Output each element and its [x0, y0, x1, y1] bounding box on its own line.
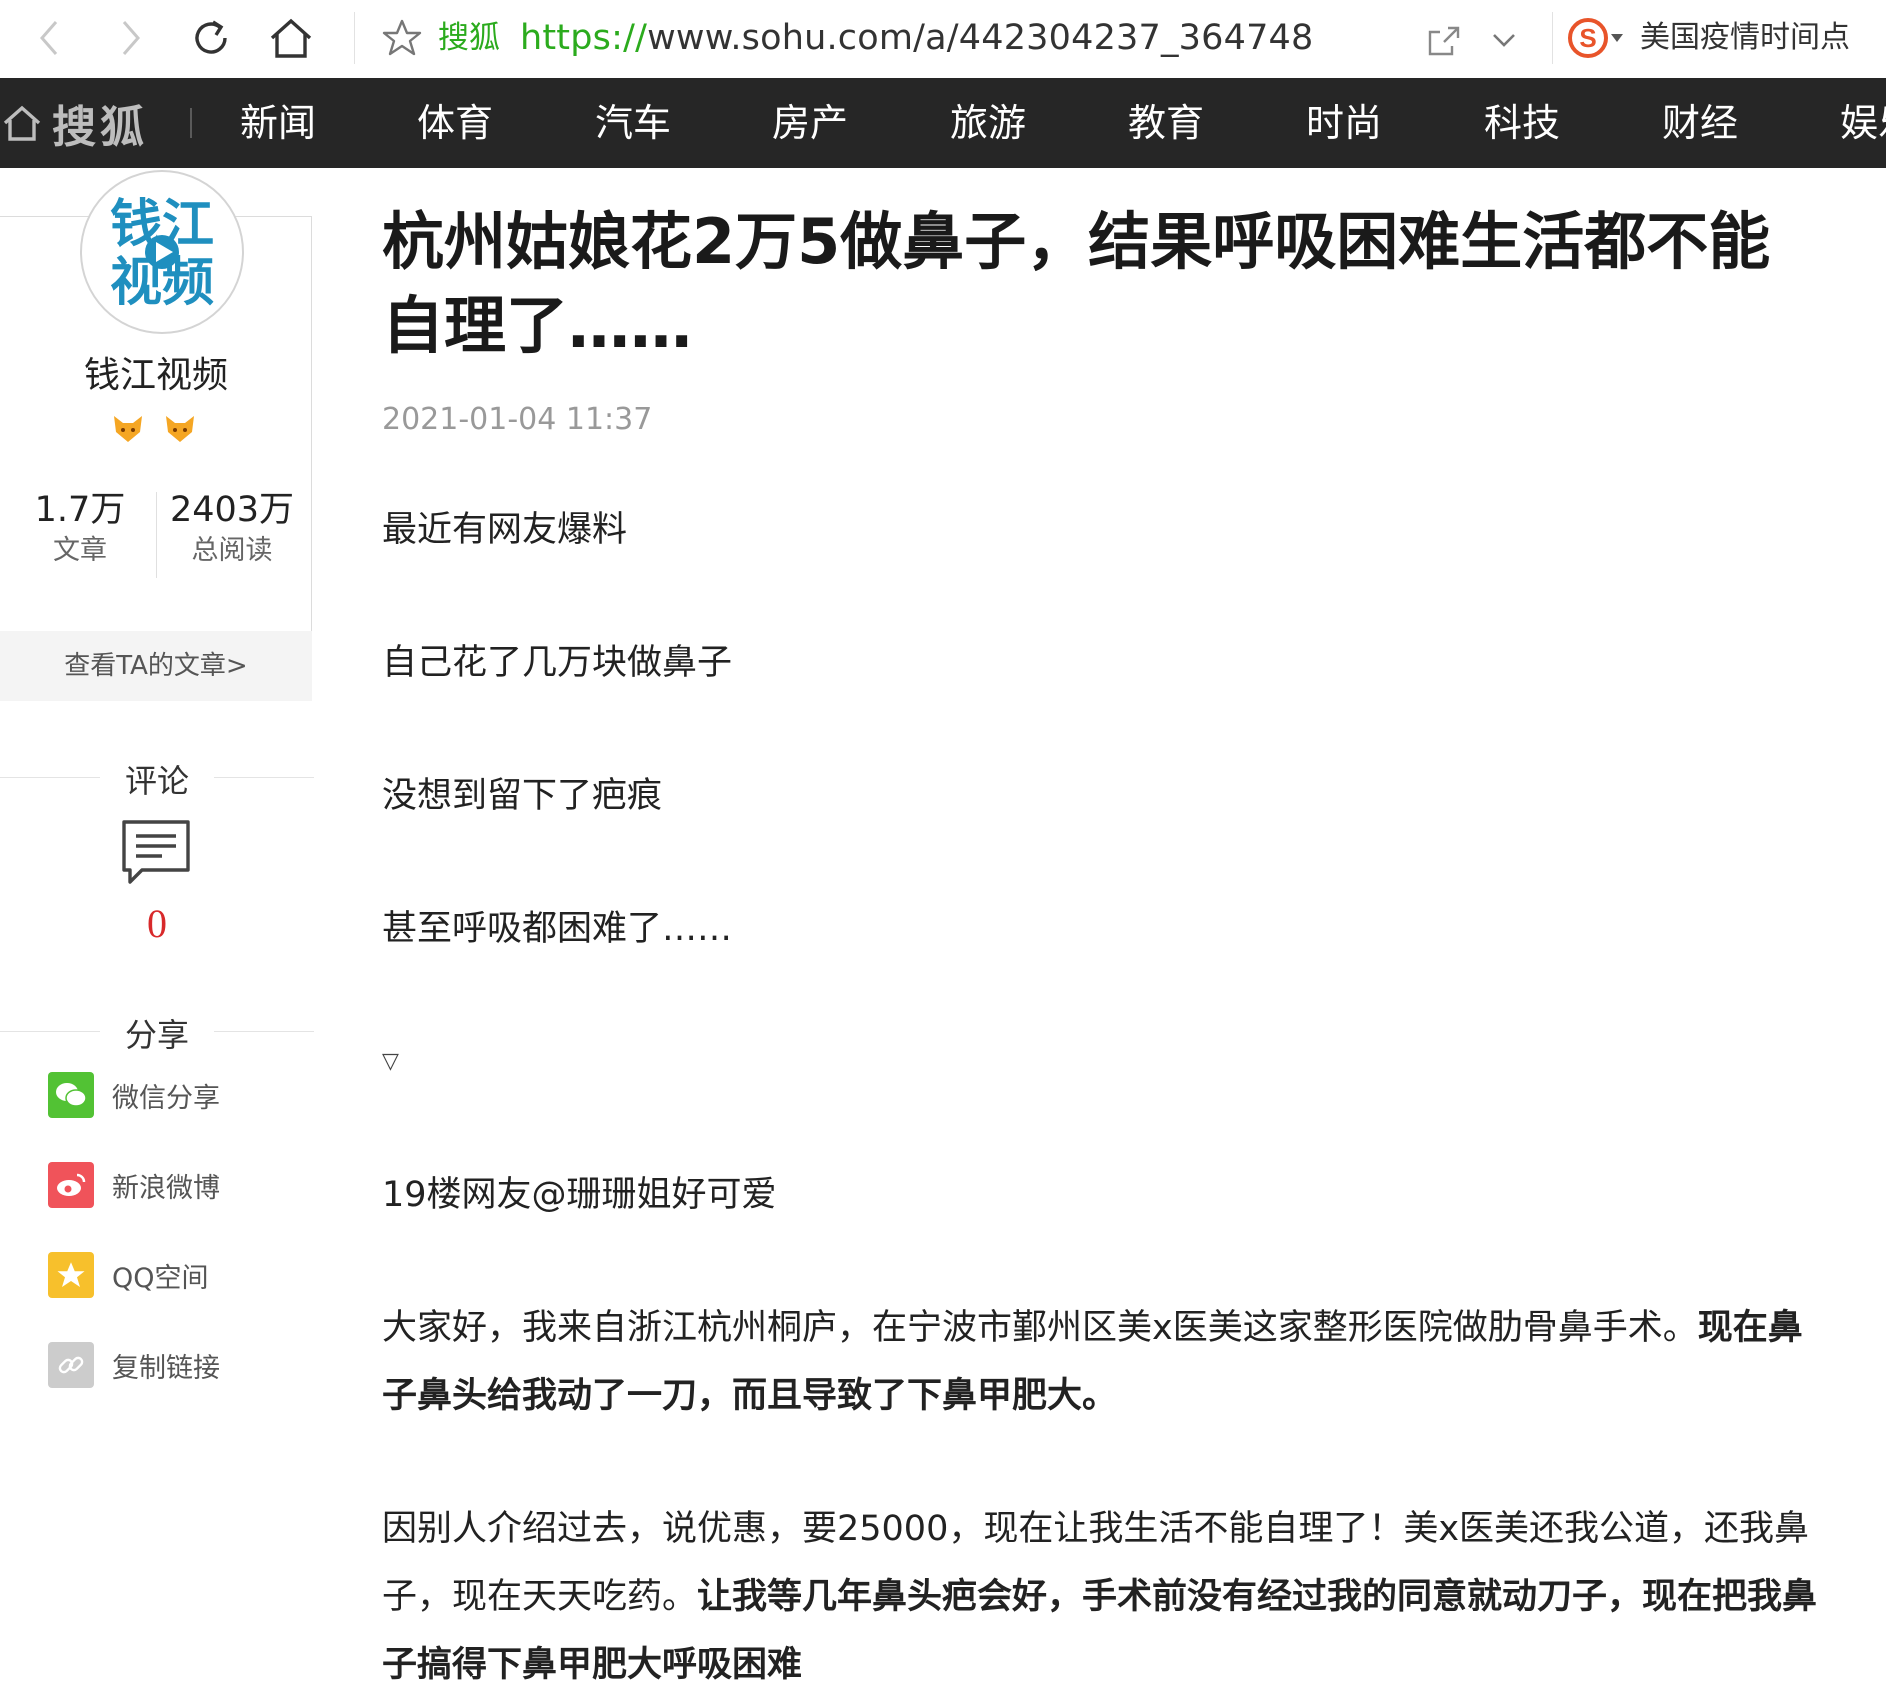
sohu-logo[interactable]: 搜狐	[0, 78, 148, 168]
browser-toolbar: 搜狐 https://www.sohu.com/a/442304237_3647…	[0, 0, 1886, 79]
author-read-count: 2403万 总阅读	[168, 488, 296, 570]
section-line	[0, 1031, 100, 1032]
article-title: 杭州姑娘花2万5做鼻子，结果呼吸困难生活都不能自理了……	[382, 205, 1771, 362]
url-path: www.sohu.com/a/442304237_364748	[647, 18, 1314, 58]
comment-count[interactable]: 0	[0, 900, 314, 947]
nav-item-news[interactable]: 新闻	[240, 78, 316, 168]
comments-section-title: 评论	[0, 756, 314, 802]
paragraph-text: 大家好，我来自浙江杭州桐庐，在宁波市鄞州区美x医美这家整形医院做肋骨鼻手术。	[382, 1308, 1698, 1348]
article-paragraph: 大家好，我来自浙江杭州桐庐，在宁波市鄞州区美x医美这家整形医院做肋骨鼻手术。现在…	[382, 1294, 1822, 1430]
author-badges	[110, 410, 198, 446]
chevron-down-icon[interactable]	[1484, 20, 1524, 60]
article-paragraph: 甚至呼吸都困难了……	[382, 909, 733, 949]
url-protocol: https://	[520, 18, 648, 58]
toolbar-divider	[1552, 12, 1553, 64]
share-qzone-button[interactable]: QQ空间	[48, 1252, 209, 1298]
toolbar-divider	[354, 12, 355, 64]
logo-text: 搜狐	[52, 102, 148, 153]
home-icon	[3, 105, 41, 141]
article-date: 2021-01-04 11:37	[382, 402, 653, 437]
share-label: 复制链接	[112, 1352, 220, 1384]
hot-search-text[interactable]: 美国疫情时间点	[1640, 18, 1850, 58]
section-line	[214, 777, 314, 778]
back-icon[interactable]	[24, 12, 74, 64]
section-line	[214, 1031, 314, 1032]
share-label: QQ空间	[112, 1262, 209, 1294]
qzone-star-icon	[48, 1252, 94, 1298]
nav-item-education[interactable]: 教育	[1128, 78, 1204, 168]
section-line	[0, 777, 100, 778]
copy-link-button[interactable]: 复制链接	[48, 1342, 220, 1388]
article-paragraph: 19楼网友@珊珊姐好可爱	[382, 1175, 777, 1215]
share-wechat-button[interactable]: 微信分享	[48, 1072, 220, 1118]
stat-divider	[156, 492, 157, 578]
read-count-value: 2403万	[169, 490, 295, 530]
share-title-text: 分享	[124, 1016, 189, 1054]
article-paragraph: 没想到留下了疤痕	[382, 776, 663, 816]
home-icon[interactable]	[266, 12, 316, 64]
nav-item-tech[interactable]: 科技	[1484, 78, 1560, 168]
wechat-icon	[48, 1072, 94, 1118]
share-label: 微信分享	[112, 1082, 220, 1114]
site-name-label: 搜狐	[438, 20, 500, 56]
share-section-title: 分享	[0, 1010, 314, 1056]
nav-item-fashion[interactable]: 时尚	[1306, 78, 1382, 168]
sogou-search-icon[interactable]: S	[1566, 16, 1616, 60]
article-count-value: 1.7万	[34, 490, 126, 530]
author-article-count: 1.7万 文章	[22, 488, 138, 570]
site-top-nav: 搜狐 新闻 体育 汽车 房产 旅游 教育 时尚 科技 财经 娱乐	[0, 78, 1886, 168]
article-paragraph: 最近有网友爆料	[382, 510, 628, 550]
avatar[interactable]: 钱江 视频	[80, 170, 244, 334]
comment-icon[interactable]	[120, 818, 192, 888]
svg-text:S: S	[1579, 23, 1596, 53]
nav-divider	[190, 108, 192, 138]
author-name[interactable]: 钱江视频	[0, 346, 312, 398]
view-author-articles-link[interactable]: 查看TA的文章>	[0, 631, 312, 701]
article-paragraph: 因别人介绍过去，说优惠，要25000，现在让我生活不能自理了！美x医美还我公道，…	[382, 1495, 1822, 1699]
share-weibo-button[interactable]: 新浪微博	[48, 1162, 220, 1208]
share-label: 新浪微博	[112, 1172, 220, 1204]
down-triangle-icon: ▽	[382, 1049, 399, 1074]
link-icon	[48, 1342, 94, 1388]
nav-item-finance[interactable]: 财经	[1662, 78, 1738, 168]
nav-item-travel[interactable]: 旅游	[950, 78, 1026, 168]
bookmark-star-icon[interactable]	[382, 18, 422, 58]
weibo-icon	[48, 1162, 94, 1208]
article-count-label: 文章	[53, 535, 107, 566]
forward-icon[interactable]	[106, 12, 156, 64]
nav-item-realestate[interactable]: 房产	[772, 78, 848, 168]
fox-badge-icon	[114, 416, 142, 442]
share-icon[interactable]	[1424, 20, 1464, 60]
refresh-icon[interactable]	[186, 12, 236, 64]
fox-badge-icon	[166, 416, 194, 442]
nav-item-sports[interactable]: 体育	[417, 78, 493, 168]
address-bar-url[interactable]: https://www.sohu.com/a/442304237_364748	[520, 16, 1314, 60]
nav-item-auto[interactable]: 汽车	[595, 78, 671, 168]
nav-item-entertainment[interactable]: 娱乐	[1840, 78, 1886, 168]
read-count-label: 总阅读	[191, 535, 273, 566]
comments-title-text: 评论	[124, 762, 189, 800]
caret-down-icon[interactable]	[1610, 30, 1624, 44]
article-paragraph: 自己花了几万块做鼻子	[382, 643, 733, 683]
